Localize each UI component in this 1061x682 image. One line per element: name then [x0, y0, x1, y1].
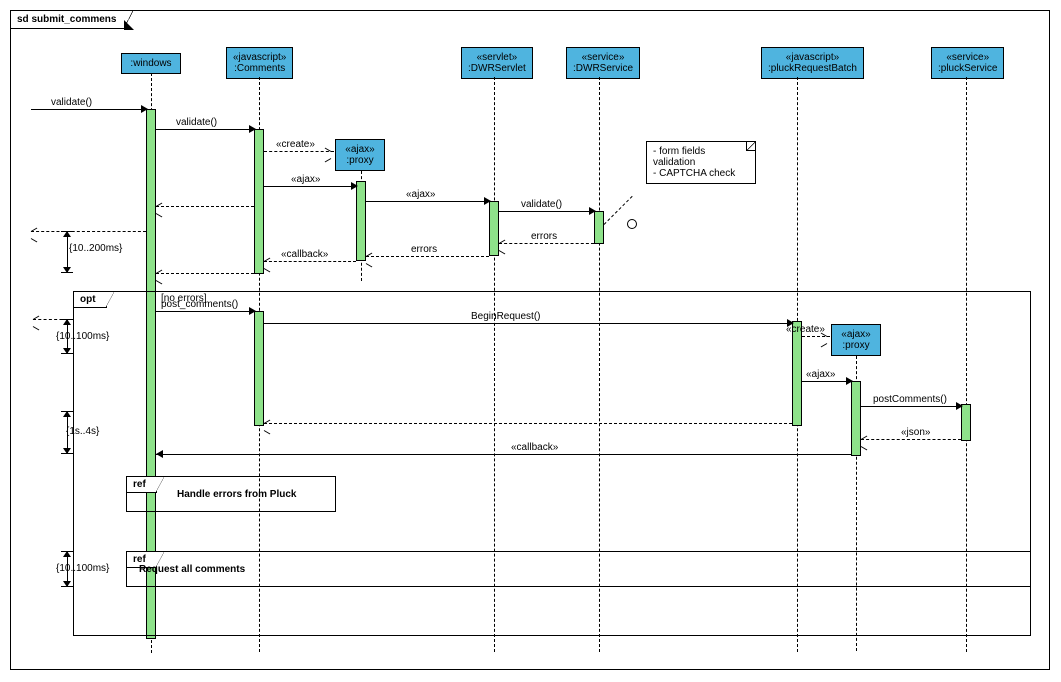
operator-label: opt — [80, 294, 96, 305]
lifeline-label: :proxy — [346, 155, 373, 166]
lifeline-pluckservice: «service» :pluckService — [931, 47, 1004, 79]
lifeline-label: :windows — [130, 58, 171, 69]
msg-arrow — [31, 109, 146, 110]
msg-label: errors — [411, 244, 437, 255]
msg-arrow — [264, 151, 334, 152]
activation — [594, 211, 604, 244]
note: - form fields validation - CAPTCHA check — [646, 141, 756, 184]
msg-arrow — [264, 186, 356, 187]
msg-label: validate() — [51, 97, 92, 108]
lifeline-windows: :windows — [121, 53, 181, 74]
msg-arrow — [861, 439, 961, 440]
duration-label: {1s..4s} — [66, 426, 99, 437]
msg-arrow — [156, 311, 254, 312]
msg-arrow — [499, 243, 594, 244]
msg-arrow — [264, 323, 792, 324]
msg-label: «ajax» — [406, 189, 435, 200]
msg-label: postComments() — [873, 394, 947, 405]
activation — [254, 129, 264, 274]
operator-label: ref — [133, 479, 146, 490]
msg-arrow — [264, 261, 356, 262]
lifeline-label: :pluckService — [938, 63, 997, 74]
msg-arrow — [802, 381, 851, 382]
arrowhead-icon — [589, 207, 596, 215]
lifeline-dwrservlet: «servlet» :DWRServlet — [461, 47, 533, 79]
note-line: - form fields — [653, 146, 749, 157]
stereotype: «ajax» — [345, 144, 374, 155]
msg-label: «json» — [901, 427, 930, 438]
msg-arrow — [366, 256, 489, 257]
lifeline-proxy1: «ajax» :proxy — [335, 139, 385, 171]
msg-arrow — [264, 423, 792, 424]
frame-title: sd submit_commens — [17, 14, 116, 25]
duration-label: {10..100ms} — [56, 331, 109, 342]
msg-arrow — [156, 206, 254, 207]
activation — [489, 201, 499, 256]
fragment-operator: opt — [73, 291, 107, 308]
msg-label: BeginRequest() — [471, 311, 540, 322]
duration-label: {10..200ms} — [69, 243, 122, 254]
fragment-operator: ref — [126, 476, 157, 493]
msg-label: post_comments() — [161, 299, 238, 310]
msg-label: validate() — [176, 117, 217, 128]
arrowhead-icon — [351, 182, 358, 190]
msg-label: «create» — [276, 139, 315, 150]
ref-fragment: ref Request all comments — [126, 551, 1031, 587]
arrowhead-icon — [141, 105, 148, 113]
ref-fragment: ref Handle errors from Pluck — [126, 476, 336, 512]
activation — [356, 181, 366, 261]
msg-arrow — [861, 406, 961, 407]
lifeline-dwrservice: «service» :DWRService — [566, 47, 640, 79]
msg-arrow — [366, 201, 489, 202]
msg-arrow — [156, 273, 254, 274]
lifeline-label: :Comments — [234, 63, 285, 74]
frame-title-tab: sd submit_commens — [10, 10, 124, 29]
arrowhead-icon — [956, 402, 963, 410]
lifeline-label: :DWRService — [573, 63, 633, 74]
lifeline-label: :DWRServlet — [468, 63, 526, 74]
stereotype: «service» — [946, 52, 989, 63]
lifeline-label: :pluckRequestBatch — [768, 63, 857, 74]
msg-label: «callback» — [281, 249, 328, 260]
stereotype: «javascript» — [786, 52, 839, 63]
msg-label: «create» — [786, 324, 825, 335]
msg-label: «ajax» — [291, 174, 320, 185]
sequence-diagram-frame: sd submit_commens :windows «javascript» … — [10, 10, 1050, 670]
arrowhead-icon — [846, 377, 853, 385]
msg-label: «callback» — [511, 442, 558, 453]
ref-title: Handle errors from Pluck — [177, 489, 296, 500]
msg-label: «ajax» — [806, 369, 835, 380]
msg-arrow — [31, 231, 146, 232]
note-line: validation — [653, 157, 749, 168]
stereotype: «servlet» — [477, 52, 518, 63]
stereotype: «service» — [582, 52, 625, 63]
arrowhead-icon — [249, 125, 256, 133]
arrowhead-icon — [156, 450, 163, 458]
note-line: - CAPTCHA check — [653, 168, 749, 179]
arrowhead-icon — [249, 307, 256, 315]
msg-arrow — [499, 211, 594, 212]
ref-title: Request all comments — [139, 564, 245, 575]
lifeline-comments: «javascript» :Comments — [226, 47, 293, 79]
msg-arrow — [156, 129, 254, 130]
msg-label: errors — [531, 231, 557, 242]
note-anchor-circle — [627, 219, 637, 229]
msg-arrow — [156, 454, 851, 455]
stereotype: «javascript» — [233, 52, 286, 63]
arrowhead-icon — [484, 197, 491, 205]
lifeline-pluckbatch: «javascript» :pluckRequestBatch — [761, 47, 864, 79]
duration-label: {10..100ms} — [56, 563, 109, 574]
msg-label: validate() — [521, 199, 562, 210]
